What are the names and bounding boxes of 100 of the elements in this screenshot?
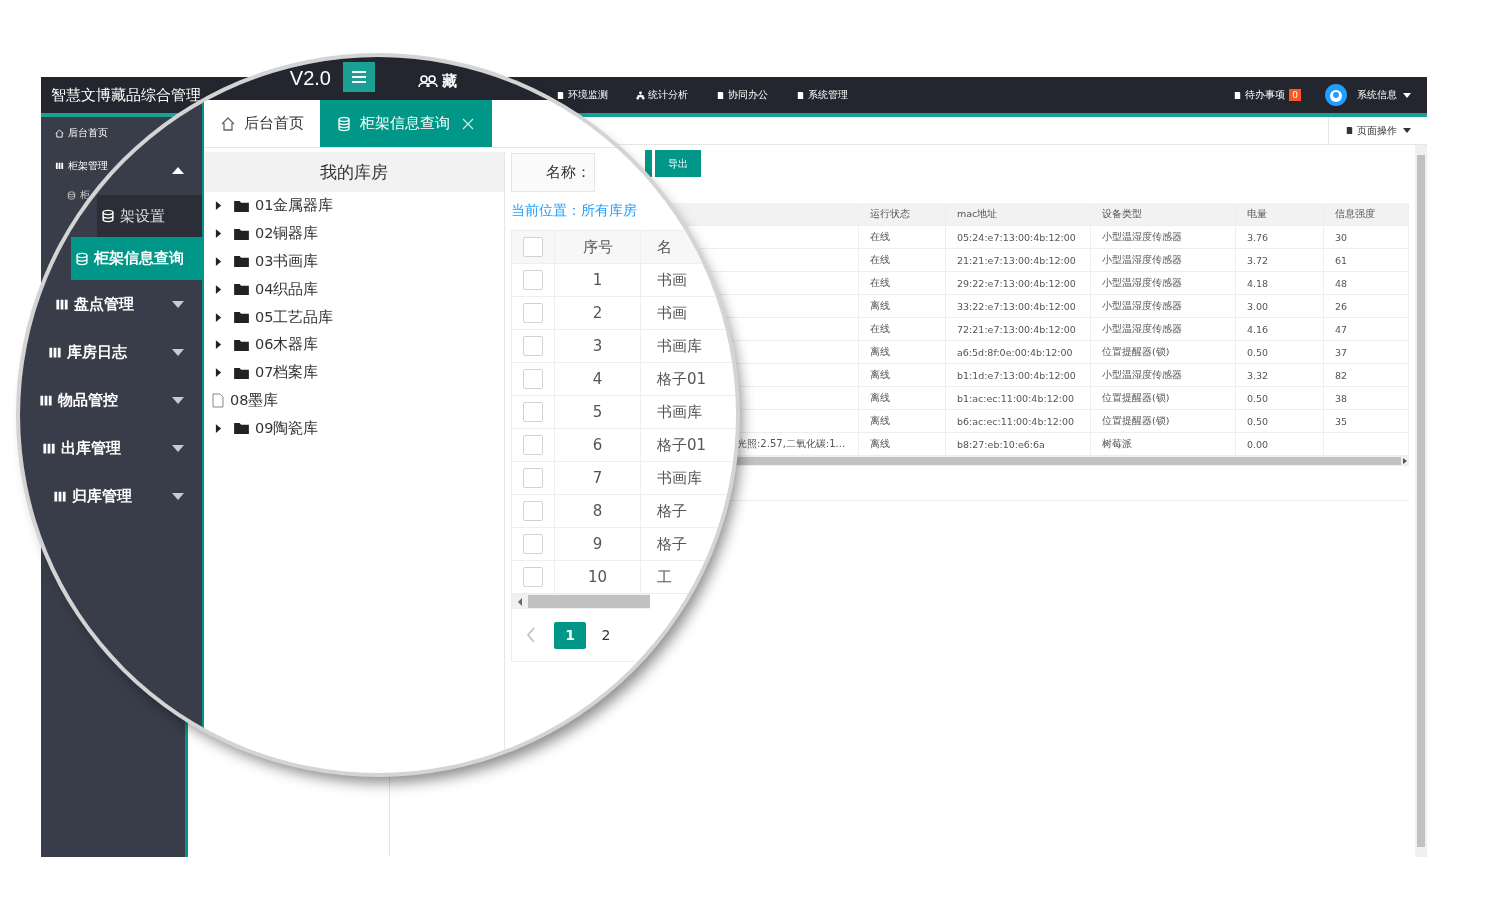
- database-icon: [67, 190, 76, 200]
- sidebar-item[interactable]: 架设置: [97, 195, 202, 237]
- checkbox[interactable]: [523, 303, 543, 323]
- menu-button[interactable]: [343, 62, 375, 92]
- panel-title: 我的库房: [204, 152, 504, 192]
- tab[interactable]: 柜架信息查询: [320, 100, 492, 147]
- tree-item[interactable]: 05工艺品库: [204, 303, 504, 331]
- checkbox[interactable]: [523, 501, 543, 521]
- table-cell: 3.32: [1247, 369, 1269, 381]
- expand-arrow-icon[interactable]: [215, 283, 222, 295]
- table-cell: 在线: [870, 276, 890, 290]
- tree-item[interactable]: 01金属器库: [204, 192, 504, 220]
- checkbox[interactable]: [523, 402, 543, 422]
- table-cell: 在线: [870, 253, 890, 267]
- table-cell: 格子01: [657, 435, 707, 455]
- tree-item[interactable]: 09陶瓷库: [204, 414, 504, 443]
- horizontal-scrollbar[interactable]: [736, 456, 1409, 466]
- table-cell: a6:5d:8f:0e:00:4b:12:00: [957, 346, 1073, 358]
- table-cell: 35: [1335, 415, 1348, 427]
- tree-item[interactable]: 08墨库: [204, 386, 504, 415]
- page-button[interactable]: 2: [590, 621, 622, 649]
- books-icon: [48, 345, 62, 359]
- table-cell: 位置提醒器(锁): [1102, 345, 1170, 359]
- table-cell: b1:1d:e7:13:00:4b:12:00: [957, 369, 1076, 381]
- sidebar-item[interactable]: 柜架管理: [55, 158, 108, 173]
- table-cell: 光照:2.57,二氧化碳:1...: [737, 437, 846, 451]
- table-cell: 4.18: [1247, 277, 1269, 289]
- sidebar-item[interactable]: 归库管理: [37, 472, 202, 520]
- tree-item[interactable]: 03书画库: [204, 247, 504, 276]
- export-button[interactable]: 导出: [655, 150, 701, 177]
- table-cell: 5: [555, 396, 641, 428]
- document-icon: [1233, 90, 1243, 100]
- sidebar-item[interactable]: 柜: [67, 188, 90, 202]
- database-icon: [101, 209, 115, 223]
- checkbox[interactable]: [523, 270, 543, 290]
- user-menu[interactable]: 系统信息: [1357, 88, 1411, 102]
- checkbox[interactable]: [523, 369, 543, 389]
- expand-arrow-icon[interactable]: [215, 256, 222, 267]
- module-link[interactable]: 藏: [418, 72, 457, 90]
- expand-arrow-icon[interactable]: [215, 422, 222, 434]
- table-cell: 4: [555, 363, 641, 395]
- checkbox[interactable]: [523, 237, 543, 257]
- column-header: 信息强度: [1324, 203, 1409, 225]
- folder-icon: [234, 422, 249, 435]
- users-icon: [418, 74, 438, 88]
- sidebar-item[interactable]: 出库管理: [26, 424, 202, 472]
- tree-item[interactable]: 02铜器库: [204, 219, 504, 248]
- folder-icon: [234, 283, 249, 296]
- avatar-icon[interactable]: [1325, 84, 1347, 106]
- nav-item[interactable]: 协同办公: [716, 88, 768, 102]
- expand-arrow-icon[interactable]: [215, 311, 222, 323]
- checkbox[interactable]: [523, 336, 543, 356]
- checkbox[interactable]: [523, 534, 543, 554]
- vertical-scrollbar[interactable]: [1415, 145, 1427, 857]
- books-icon: [53, 489, 67, 503]
- books-icon: [42, 441, 56, 455]
- tab[interactable]: 后台首页: [204, 100, 320, 147]
- sidebar-item[interactable]: 柜架信息查询: [71, 237, 202, 280]
- table-cell: 离线: [870, 414, 890, 428]
- table-cell: 3: [555, 330, 641, 362]
- home-icon: [55, 128, 64, 138]
- expand-arrow-icon[interactable]: [215, 367, 222, 379]
- sidebar-item[interactable]: 后台首页: [55, 126, 108, 140]
- tree-item[interactable]: 07档案库: [204, 358, 504, 387]
- horizontal-scrollbar[interactable]: [512, 594, 650, 609]
- home-icon: [220, 115, 236, 132]
- table-cell: 离线: [870, 299, 890, 313]
- table-cell: 82: [1335, 369, 1348, 381]
- expand-arrow-icon[interactable]: [215, 200, 222, 212]
- checkbox[interactable]: [523, 468, 543, 488]
- tree-item[interactable]: 04织品库: [204, 275, 504, 304]
- document-icon: [796, 90, 805, 100]
- folder-icon: [234, 255, 249, 268]
- expand-arrow-icon[interactable]: [215, 339, 222, 351]
- table-cell: 书画: [657, 303, 687, 323]
- sidebar-item[interactable]: 库房日志: [32, 328, 202, 376]
- table-cell: 26: [1335, 300, 1348, 312]
- table-cell: 书画: [657, 270, 687, 290]
- folder-icon: [234, 338, 249, 351]
- table-cell: 格子: [657, 534, 687, 554]
- checkbox[interactable]: [523, 567, 543, 587]
- expand-arrow-icon[interactable]: [215, 228, 222, 240]
- nav-item[interactable]: 统计分析: [636, 88, 688, 102]
- checkbox[interactable]: [523, 435, 543, 455]
- table-cell: 离线: [870, 437, 890, 451]
- previous-page-icon[interactable]: [526, 627, 536, 643]
- close-icon[interactable]: [462, 117, 474, 130]
- sidebar-item[interactable]: 盘点管理: [51, 280, 202, 328]
- sidebar-item[interactable]: 物品管控: [23, 376, 202, 424]
- query-button[interactable]: [645, 150, 652, 177]
- page-button[interactable]: 1: [554, 621, 586, 649]
- nav-item[interactable]: 系统管理: [796, 88, 848, 102]
- table-cell: 47: [1335, 323, 1348, 335]
- menu-icon: [351, 70, 367, 84]
- page-actions-menu[interactable]: 页面操作: [1328, 117, 1427, 144]
- todo-link[interactable]: 待办事项: [1233, 88, 1286, 102]
- nav-item[interactable]: 环境监测: [556, 88, 608, 102]
- document-icon: [716, 90, 725, 100]
- tree-item[interactable]: 06木器库: [204, 331, 504, 359]
- books-icon: [55, 161, 64, 170]
